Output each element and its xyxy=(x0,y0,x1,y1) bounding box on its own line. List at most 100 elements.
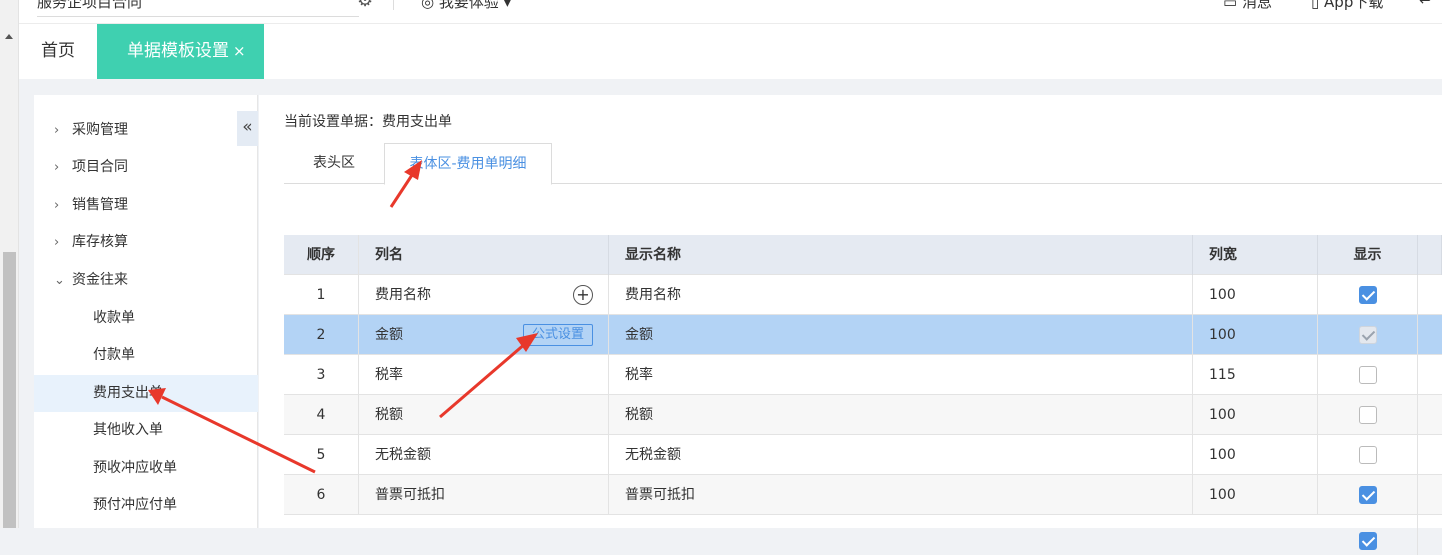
company-name[interactable]: 服务企项目合同 xyxy=(37,0,359,17)
row-column-name: 无税金额 xyxy=(359,435,609,475)
row-column-name: 普票可抵扣 xyxy=(359,475,609,515)
header-width: 列宽 xyxy=(1193,235,1318,275)
header-extra xyxy=(1418,235,1442,275)
row-seq: 5 xyxy=(284,435,359,475)
row-seq: 1 xyxy=(284,275,359,315)
main-panel: 当前设置单据：费用支出单 表头区 表体区-费用单明细 顺序 列名 显示名称 列宽… xyxy=(259,95,1442,555)
header-seq: 顺序 xyxy=(284,235,359,275)
sidebar: › 采购管理 › 项目合同 › 销售管理 › 库存核算 ⌄ 资金往来 收款单 付款单 费用… xyxy=(34,95,258,528)
sidebar-item-label: 库存核算 xyxy=(72,234,128,250)
row-seq: 2 xyxy=(284,315,359,355)
more-icon[interactable]: ↩ xyxy=(1419,0,1432,9)
sidebar-subitem-other-income[interactable]: 其他收入单 xyxy=(34,412,258,449)
sidebar-item-label: 采购管理 xyxy=(72,122,128,138)
sidebar-subitem-expense[interactable]: 费用支出单 xyxy=(34,375,258,412)
sidebar-item-project-contract[interactable]: › 项目合同 xyxy=(34,149,258,186)
header-show: 显示 xyxy=(1318,235,1418,275)
chevron-down-icon: ⌄ xyxy=(54,273,65,288)
header-display-name: 显示名称 xyxy=(609,235,1193,275)
table-row[interactable]: 3 税率 税率 115 xyxy=(284,355,1442,395)
show-checkbox[interactable] xyxy=(1358,406,1377,424)
messages-label: 消息 xyxy=(1241,0,1272,11)
sidebar-item-label: 销售管理 xyxy=(72,197,128,213)
table-row[interactable]: 5 无税金额 无税金额 100 xyxy=(284,435,1442,475)
sidebar-subitem-prepaid-payable[interactable]: 预付冲应付单 xyxy=(34,487,258,524)
chevron-right-icon: › xyxy=(54,123,60,138)
divider xyxy=(393,0,394,10)
show-checkbox[interactable] xyxy=(1358,531,1377,550)
row-column-name: 税率 xyxy=(359,355,609,395)
row-display-name[interactable]: 金额 xyxy=(609,315,1193,355)
row-show-cell xyxy=(1318,355,1418,395)
tab-home[interactable]: 首页 xyxy=(19,24,97,79)
tab-header-area[interactable]: 表头区 xyxy=(284,143,384,184)
table-header-row: 顺序 列名 显示名称 列宽 显示 xyxy=(284,235,1442,275)
top-header: 服务企项目合同 ⚙ ◎ 我要体验 ▾ ▭ 消息 ▯ App下载 ↩ xyxy=(19,0,1442,24)
show-checkbox[interactable] xyxy=(1358,366,1377,384)
messages-link[interactable]: ▭ 消息 xyxy=(1223,0,1272,12)
sidebar-item-label: 资金往来 xyxy=(72,272,128,288)
show-checkbox[interactable] xyxy=(1358,286,1377,304)
tab-template-settings[interactable]: 单据模板设置 × xyxy=(97,24,264,79)
row-width[interactable]: 100 xyxy=(1193,475,1318,515)
row-show-cell xyxy=(1318,275,1418,315)
row-show-cell xyxy=(1318,315,1418,355)
row-display-name[interactable]: 普票可抵扣 xyxy=(609,475,1193,515)
row-column-name: 费用名称 xyxy=(359,275,609,315)
row-display-name[interactable]: 无税金额 xyxy=(609,435,1193,475)
row-width[interactable]: 115 xyxy=(1193,355,1318,395)
row-seq: 4 xyxy=(284,395,359,435)
row-display-name[interactable]: 费用名称 xyxy=(609,275,1193,315)
scroll-thumb[interactable] xyxy=(3,252,16,528)
scroll-up-arrow-icon[interactable] xyxy=(5,34,13,39)
collapse-sidebar-button[interactable]: « xyxy=(237,111,258,146)
row-show-cell xyxy=(1318,395,1418,435)
table-row[interactable]: 6 普票可抵扣 普票可抵扣 100 xyxy=(284,475,1442,515)
experience-label: 我要体验 xyxy=(438,0,499,11)
sidebar-item-sales[interactable]: › 销售管理 xyxy=(34,187,258,224)
row-show-cell xyxy=(1318,475,1418,515)
row-width[interactable]: 100 xyxy=(1193,275,1318,315)
chevron-right-icon: › xyxy=(54,235,60,250)
tabs-bar: 首页 单据模板设置 × xyxy=(19,24,1442,79)
experience-link[interactable]: ◎ 我要体验 ▾ xyxy=(421,0,511,12)
tab-template-settings-label: 单据模板设置 xyxy=(127,41,229,61)
row-column-name: 税额 xyxy=(359,395,609,435)
table-row[interactable]: 1 费用名称 + 费用名称 100 xyxy=(284,275,1442,315)
show-checkbox[interactable] xyxy=(1358,486,1377,504)
chevron-right-icon: › xyxy=(54,198,60,213)
gear-icon[interactable]: ⚙ xyxy=(357,0,373,11)
sidebar-item-purchase[interactable]: › 采购管理 xyxy=(34,112,258,149)
subtabs: 表头区 表体区-费用单明细 xyxy=(284,143,1442,185)
app-download-link[interactable]: ▯ App下载 xyxy=(1311,0,1383,12)
sidebar-item-inventory[interactable]: › 库存核算 xyxy=(34,224,258,261)
show-checkbox xyxy=(1358,326,1377,344)
sidebar-subitem-prepaid-receivable[interactable]: 预收冲应收单 xyxy=(34,450,258,487)
close-icon[interactable]: × xyxy=(233,42,246,60)
row-display-name[interactable]: 税率 xyxy=(609,355,1193,395)
sidebar-subitem-payment[interactable]: 付款单 xyxy=(34,337,258,374)
current-document-label: 当前设置单据：费用支出单 xyxy=(284,114,452,130)
window-scrollbar[interactable] xyxy=(0,0,19,528)
sidebar-item-label: 项目合同 xyxy=(72,159,128,175)
show-checkbox[interactable] xyxy=(1358,446,1377,464)
row-width[interactable]: 100 xyxy=(1193,315,1318,355)
row-show-cell xyxy=(1318,515,1418,555)
tab-body-area[interactable]: 表体区-费用单明细 xyxy=(384,143,552,185)
table-row[interactable]: 4 税额 税额 100 xyxy=(284,395,1442,435)
chevron-right-icon: › xyxy=(54,160,60,175)
header-column-name: 列名 xyxy=(359,235,609,275)
row-seq: 3 xyxy=(284,355,359,395)
table-row-partial xyxy=(284,515,1442,555)
table-row[interactable]: 2 金额 公式设置 金额 100 xyxy=(284,315,1442,355)
sidebar-subitem-receipt[interactable]: 收款单 xyxy=(34,300,258,337)
row-show-cell xyxy=(1318,435,1418,475)
sidebar-item-funds[interactable]: ⌄ 资金往来 xyxy=(34,262,258,299)
formula-settings-button[interactable]: 公式设置 xyxy=(523,324,593,346)
add-circle-icon[interactable]: + xyxy=(573,285,593,305)
row-width[interactable]: 100 xyxy=(1193,435,1318,475)
app-download-label: App下载 xyxy=(1324,0,1384,11)
row-seq: 6 xyxy=(284,475,359,515)
row-display-name[interactable]: 税额 xyxy=(609,395,1193,435)
row-width[interactable]: 100 xyxy=(1193,395,1318,435)
